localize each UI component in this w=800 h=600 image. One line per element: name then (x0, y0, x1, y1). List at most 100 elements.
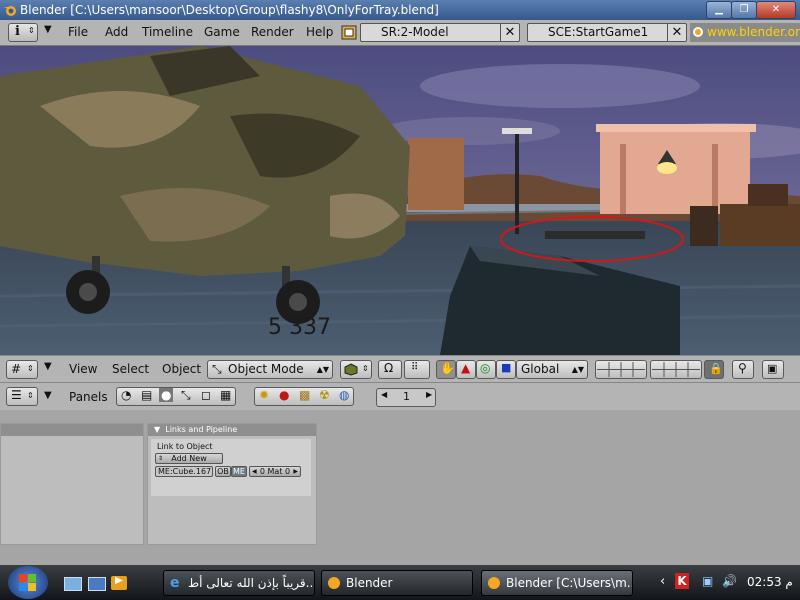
blender-link[interactable]: www.blender.org (690, 23, 800, 42)
editing-icon[interactable]: ◻ (201, 388, 211, 402)
panel-collapse-icon[interactable]: ▼ (154, 425, 160, 434)
windows-taskbar: ▶ e قريباً بإذن الله تعالى أط... Blender… (0, 565, 800, 600)
menu-object[interactable]: Object (162, 362, 201, 376)
increment-icon[interactable]: ▶ (426, 390, 432, 399)
main-menu-bar: i ⇕ ▼ File Add Timeline Game Render Help… (0, 20, 800, 46)
clock[interactable]: 02:53 م (747, 575, 793, 589)
scene-name-field[interactable]: SCE:StartGame1 ✕ (527, 23, 687, 42)
menu-render[interactable]: Render (251, 25, 294, 39)
updown-arrow-icon: ⇕ (27, 364, 34, 373)
helicopter-number: 5 337 (268, 315, 331, 340)
rotate-manipulator[interactable]: ◎ (476, 360, 496, 379)
mode-select[interactable]: ⤡ Object Mode ▲▼ (207, 360, 333, 379)
object-mode-icon: ⤡ (212, 362, 222, 376)
3d-view-header: # ⇕ ▼ View Select Object ⤡ Object Mode ▲… (0, 355, 800, 382)
screen-browse-icon[interactable] (340, 24, 358, 41)
blender-url: www.blender.org (707, 25, 800, 39)
decrement-icon[interactable]: ◀ (252, 467, 257, 476)
rotate-icon: ◎ (480, 361, 491, 375)
increment-icon[interactable]: ▶ (293, 467, 298, 476)
manipulator-options-button[interactable]: ⠿ (404, 360, 430, 379)
menu-help[interactable]: Help (306, 25, 333, 39)
render-icon: ▣ (767, 362, 778, 375)
ob-toggle[interactable]: OB (215, 466, 231, 477)
clock-time: 02:53 (747, 575, 782, 589)
lock-layers-button[interactable]: 🔒 (704, 360, 724, 379)
solid-cube-icon (344, 363, 358, 376)
select-arrow-icon: ▲▼ (316, 365, 329, 374)
switch-windows-icon[interactable] (88, 577, 106, 591)
scene-icon[interactable]: ▦ (220, 388, 231, 402)
3d-viewport[interactable]: 5 337 (0, 46, 800, 355)
task-browser[interactable]: e قريباً بإذن الله تعالى أط... (163, 570, 315, 596)
task-blender-1-label: Blender (346, 576, 393, 590)
logic-icon[interactable]: ◔ (121, 388, 131, 402)
maximize-icon: ❐ (739, 4, 749, 15)
menu-timeline[interactable]: Timeline (142, 25, 193, 39)
buttons-editor-type[interactable]: ☰ ⇕ (6, 387, 38, 406)
antivirus-tray-icon[interactable]: K (675, 573, 689, 589)
show-desktop-icon[interactable] (64, 577, 82, 591)
empty-panel-header (1, 424, 143, 436)
menu-add[interactable]: Add (105, 25, 128, 39)
updown-arrow-icon: ⇕ (28, 26, 35, 35)
context-buttons[interactable]: ◔ ▤ ● ⤡ ◻ ▦ (116, 387, 236, 406)
start-button[interactable] (8, 566, 48, 599)
radiosity-icon[interactable]: ☢ (319, 388, 330, 402)
script-icon[interactable]: ▤ (141, 388, 152, 402)
blender-orb-icon (693, 27, 703, 37)
subcontext-buttons[interactable]: ✹ ● ▩ ☢ ◍ (254, 387, 354, 406)
scale-icon: ■ (501, 361, 512, 374)
tray-expand-icon[interactable]: ‹ (660, 574, 665, 589)
volume-tray-icon[interactable]: 🔊 (722, 574, 737, 588)
editor-type-button[interactable]: # ⇕ (6, 360, 38, 379)
manipulator-toggle[interactable]: ✋ (436, 360, 456, 379)
layer-buttons-right[interactable] (650, 360, 702, 379)
task-blender-1[interactable]: Blender (321, 570, 473, 596)
delete-screen-icon[interactable]: ✕ (500, 24, 519, 41)
scale-manipulator[interactable]: ■ (496, 360, 516, 379)
collapse-menu-icon[interactable]: ▼ (44, 24, 52, 35)
scene-name-value: SCE:StartGame1 (548, 25, 649, 39)
mesh-name-field[interactable]: ME:Cube.167 (155, 466, 213, 477)
collapse-buttons-header-icon[interactable]: ▼ (44, 390, 52, 401)
material-icon[interactable]: ● (279, 388, 289, 402)
menu-view[interactable]: View (69, 362, 97, 376)
close-window-button[interactable]: ✕ (756, 1, 796, 19)
render-view-button[interactable]: ▣ (762, 360, 784, 379)
minimize-button[interactable]: ▁ (706, 1, 732, 19)
texture-icon[interactable]: ▩ (299, 388, 310, 402)
network-tray-icon[interactable]: ▣ (702, 574, 713, 588)
maximize-button[interactable]: ❐ (731, 1, 757, 19)
lamp-icon[interactable]: ✹ (259, 388, 269, 402)
add-new-mesh-button[interactable]: ⇕ Add New (155, 453, 223, 464)
pivot-icon: Ω (384, 361, 394, 375)
window-type-button[interactable]: i ⇕ (8, 23, 38, 42)
shading-icon[interactable]: ● (159, 388, 174, 402)
links-pipeline-title: Links and Pipeline (165, 425, 238, 434)
me-toggle[interactable]: ME (231, 466, 247, 477)
draw-type-button[interactable]: ⇕ (340, 360, 372, 379)
empty-panel (0, 423, 144, 545)
layers-grid-icon (597, 362, 645, 377)
frame-number-field[interactable]: ◀ 1 ▶ (376, 388, 436, 407)
delete-scene-icon[interactable]: ✕ (667, 24, 686, 41)
decrement-icon[interactable]: ◀ (381, 390, 387, 399)
menu-game[interactable]: Game (204, 25, 240, 39)
menu-file[interactable]: File (68, 25, 88, 39)
pivot-button[interactable]: Ω (378, 360, 402, 379)
orientation-select[interactable]: Global ▲▼ (516, 360, 588, 379)
layer-buttons-left[interactable] (595, 360, 647, 379)
task-blender-2[interactable]: Blender [C:\Users\m... (481, 570, 633, 596)
updown-arrow-icon: ⇕ (158, 455, 164, 462)
world-icon[interactable]: ◍ (339, 388, 349, 402)
paste-pose-button[interactable]: ⚲ (732, 360, 754, 379)
screen-name-field[interactable]: SR:2-Model ✕ (360, 23, 520, 42)
links-pipeline-header[interactable]: ▼ Links and Pipeline (148, 424, 316, 436)
material-index-field[interactable]: ◀ 0 Mat 0 ▶ (249, 466, 301, 477)
object-icon[interactable]: ⤡ (181, 388, 191, 403)
translate-manipulator[interactable]: ▲ (456, 360, 476, 379)
media-player-icon[interactable]: ▶ (111, 575, 127, 590)
collapse-header-icon[interactable]: ▼ (44, 361, 52, 372)
menu-select[interactable]: Select (112, 362, 149, 376)
